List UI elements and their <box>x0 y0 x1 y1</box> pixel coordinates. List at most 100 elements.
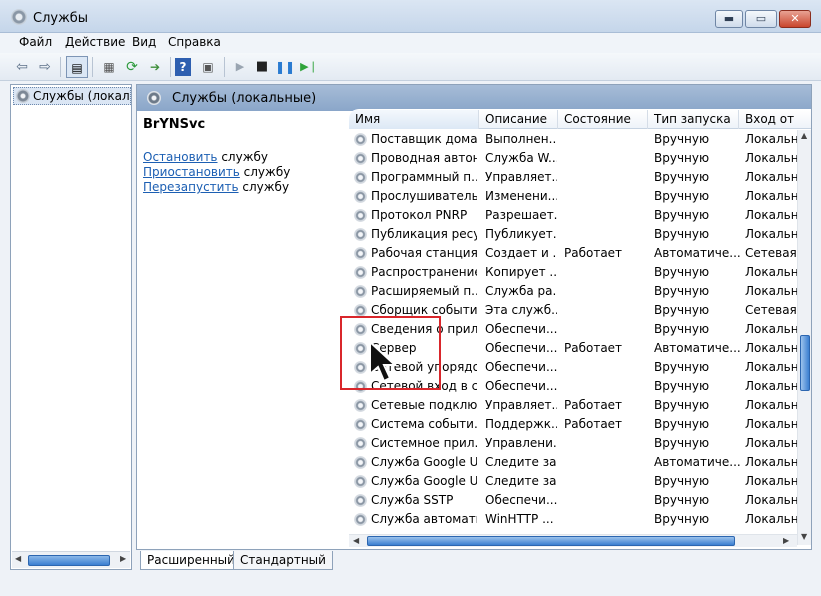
service-row[interactable]: Публикация ресу... Публикует... Вручную Лок… <box>349 225 797 244</box>
service-row[interactable]: Служба Google U... Следите за... Вручную Ло… <box>349 472 797 491</box>
service-row[interactable]: Системное прил... Управлени... Вручную Лока… <box>349 434 797 453</box>
service-name-cell: Распространение... <box>371 265 477 279</box>
service-startup-cell: Вручную <box>654 189 710 203</box>
title-bar[interactable]: Службы ▬ ▭ ✕ <box>0 0 821 33</box>
service-startup-cell: Вручную <box>654 398 710 412</box>
menu-help[interactable]: Справка <box>168 35 221 49</box>
service-startup-cell: Вручную <box>654 170 710 184</box>
service-description-cell: Служба ра... <box>485 284 557 298</box>
service-logon-cell: Локальн <box>745 208 797 222</box>
forward-arrow-icon[interactable]: ⇨ <box>34 56 56 78</box>
service-row[interactable]: Служба SSTP Обеспечи... Вручную Локальн <box>349 491 797 510</box>
service-description-cell: Обеспечи... <box>485 493 557 507</box>
tab-extended[interactable]: Расширенный <box>140 551 242 570</box>
service-name-cell: Служба Google U... <box>371 455 477 469</box>
service-logon-cell: Локальн <box>745 227 797 241</box>
selected-service-name: BrYNSvc <box>143 117 206 132</box>
service-gear-icon <box>354 456 367 469</box>
help-icon[interactable]: ? <box>175 58 191 76</box>
service-row[interactable]: Служба Google U... Следите за... Автоматич… <box>349 453 797 472</box>
service-row[interactable]: Рабочая станция Создает и ... Работает Авто… <box>349 244 797 263</box>
service-name-cell: Рабочая станция <box>371 246 477 260</box>
scroll-up-arrow-icon[interactable]: ▲ <box>801 131 807 140</box>
service-logon-cell: Локальн <box>745 436 797 450</box>
service-state-cell: Работает <box>564 398 623 412</box>
service-logon-cell: Локальн <box>745 151 797 165</box>
column-header-startup-type[interactable]: Тип запуска <box>648 110 739 129</box>
tree-item-services-local[interactable]: Службы (локаль <box>13 87 131 105</box>
service-startup-cell: Вручную <box>654 417 710 431</box>
service-description-cell: Следите за... <box>485 474 557 488</box>
scroll-left-arrow-icon[interactable]: ◀ <box>353 536 359 545</box>
service-startup-cell: Вручную <box>654 303 710 317</box>
tree-horizontal-scrollbar[interactable]: ◀ ▶ <box>12 551 130 568</box>
scrollbar-thumb[interactable] <box>800 335 810 391</box>
menu-file[interactable]: Файл <box>19 35 52 49</box>
service-gear-icon <box>354 133 367 146</box>
service-row[interactable]: Программный п... Управляет... Вручную Локал… <box>349 168 797 187</box>
view-tabs: Расширенный Стандартный <box>136 551 812 571</box>
start-service-icon[interactable]: ▶ <box>229 56 251 78</box>
column-headers: Имя Описание Состояние Тип запуска Вход … <box>349 110 811 129</box>
action-pause: Приостановить службу <box>143 165 291 179</box>
show-console-tree-icon[interactable]: ▤ <box>66 56 88 78</box>
back-arrow-icon[interactable]: ⇦ <box>11 56 33 78</box>
service-row[interactable]: Система событи... Поддержк... Работает Вруч… <box>349 415 797 434</box>
service-row[interactable]: Протокол PNRP Разрешает... Вручную Локальн <box>349 206 797 225</box>
service-logon-cell: Локальн <box>745 132 797 146</box>
service-row[interactable]: Служба автомати... WinHTTP ... Вручную Лока… <box>349 510 797 527</box>
scrollbar-thumb[interactable] <box>28 555 110 566</box>
maximize-button[interactable]: ▭ <box>745 10 777 28</box>
service-gear-icon <box>354 247 367 260</box>
service-gear-icon <box>354 171 367 184</box>
scroll-left-arrow-icon[interactable]: ◀ <box>15 554 21 563</box>
minimize-button[interactable]: ▬ <box>715 10 743 28</box>
scrollbar-thumb[interactable] <box>367 536 735 546</box>
close-button[interactable]: ✕ <box>779 10 811 28</box>
service-description-cell: Поддержк... <box>485 417 557 431</box>
pause-service-link[interactable]: Приостановить <box>143 165 240 179</box>
export-list-icon[interactable]: ➔ <box>144 56 166 78</box>
menu-view[interactable]: Вид <box>132 35 156 49</box>
column-header-description[interactable]: Описание <box>479 110 558 129</box>
service-logon-cell: Локальн <box>745 398 797 412</box>
pause-service-icon[interactable]: ❚❚ <box>274 56 296 78</box>
show-action-pane-icon[interactable]: ▣ <box>197 56 219 78</box>
service-startup-cell: Вручную <box>654 493 710 507</box>
list-vertical-scrollbar[interactable]: ▲ ▼ <box>797 130 811 545</box>
menu-action[interactable]: Действие <box>65 35 125 49</box>
service-name-cell: Прослушиватель... <box>371 189 477 203</box>
scroll-right-arrow-icon[interactable]: ▶ <box>783 536 789 545</box>
service-row[interactable]: Сетевые подклю... Управляет... Работает Вру… <box>349 396 797 415</box>
service-startup-cell: Вручную <box>654 227 710 241</box>
service-row[interactable]: Распространение... Копирует ... Вручную Лок… <box>349 263 797 282</box>
column-header-name[interactable]: Имя <box>349 110 479 129</box>
service-name-cell: Служба Google U... <box>371 474 477 488</box>
refresh-icon[interactable]: ⟳ <box>121 56 143 78</box>
service-description-cell: Управляет... <box>485 170 557 184</box>
service-gear-icon <box>354 285 367 298</box>
tab-standard[interactable]: Стандартный <box>233 551 333 570</box>
column-header-state[interactable]: Состояние <box>558 110 648 129</box>
service-startup-cell: Вручную <box>654 474 710 488</box>
service-description-cell: Разрешает... <box>485 208 557 222</box>
service-row[interactable]: Прослушиватель... Изменени... Вручную Локал… <box>349 187 797 206</box>
service-description-cell: Обеспечи... <box>485 379 557 393</box>
resume-service-icon[interactable]: ▶❘ <box>298 56 320 78</box>
list-horizontal-scrollbar[interactable]: ◀ ▶ <box>349 534 797 547</box>
column-header-logon-as[interactable]: Вход от <box>739 110 811 129</box>
scroll-right-arrow-icon[interactable]: ▶ <box>120 554 126 563</box>
service-row[interactable]: Расширяемый п... Служба ра... Вручную Локал… <box>349 282 797 301</box>
service-name-cell: Служба автомати... <box>371 512 477 526</box>
service-name-cell: Публикация ресу... <box>371 227 477 241</box>
scroll-down-arrow-icon[interactable]: ▼ <box>801 532 807 541</box>
services-app-icon <box>11 9 27 25</box>
properties-icon[interactable]: ▦ <box>98 56 120 78</box>
service-row[interactable]: Поставщик дома... Выполнен... Вручную Локал… <box>349 130 797 149</box>
stop-service-icon[interactable]: ■ <box>251 56 273 78</box>
stop-service-link[interactable]: Остановить <box>143 150 218 164</box>
service-description-cell: Публикует... <box>485 227 557 241</box>
service-logon-cell: Локальн <box>745 189 797 203</box>
service-row[interactable]: Проводная автон... Служба W... Вручную Лока… <box>349 149 797 168</box>
restart-service-link[interactable]: Перезапустить <box>143 180 239 194</box>
